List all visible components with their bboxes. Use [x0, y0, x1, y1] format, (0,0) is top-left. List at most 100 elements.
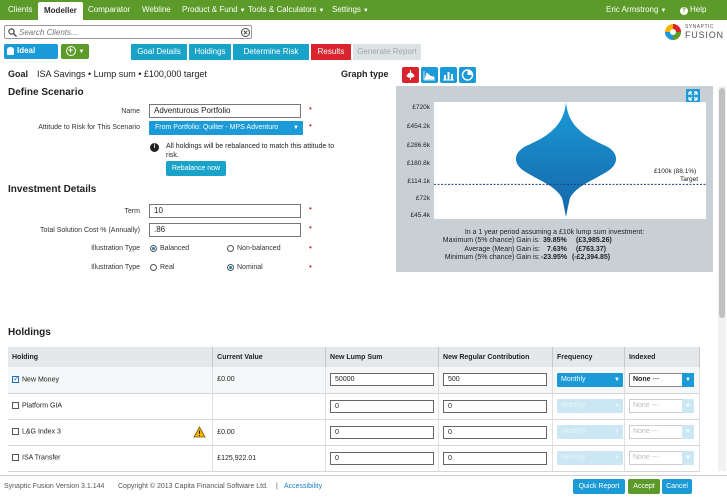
projection-graph: £720k £454.2k £286.6k £180.8k £114.1k £7… — [396, 86, 713, 272]
lump-sum-input[interactable]: 50000 — [330, 373, 435, 387]
graph-type-pie[interactable] — [459, 67, 476, 83]
fan-chart-icon — [406, 70, 415, 80]
holding-checkbox[interactable] — [12, 402, 19, 410]
crumb-holdings[interactable]: Holdings — [189, 44, 231, 60]
clear-icon[interactable] — [241, 28, 250, 37]
cost-input[interactable]: .86 — [149, 223, 301, 237]
balanced-radio[interactable] — [150, 245, 157, 252]
term-input[interactable]: 10 — [149, 204, 301, 218]
user-menu[interactable]: Eric Armstrong ▼ — [600, 0, 672, 20]
holdings-title: Holdings — [8, 327, 51, 338]
help-link[interactable]: ? Help — [674, 0, 712, 20]
crumb-generate-report: Generate Report — [353, 44, 421, 60]
holding-name: ISA Transfer — [22, 454, 61, 462]
nav-webline[interactable]: Webline — [136, 0, 177, 20]
holding-name: Platform GIA — [22, 402, 63, 410]
nav-settings[interactable]: Settings ▼ — [326, 0, 375, 20]
quick-report-button[interactable]: Quick Report — [573, 479, 625, 494]
nav-product-fund-label: Product & Fund — [182, 5, 238, 14]
crumb-determine-risk[interactable]: Determine Risk Level — [233, 44, 309, 72]
risk-select[interactable]: From Portfolio: Quilter - MPS Adventuro ▼ — [149, 121, 303, 135]
regular-input[interactable]: 0 — [443, 451, 548, 465]
y-tick-label: £45.4k — [410, 212, 430, 219]
summary-amt: (-£2,394.85) — [572, 254, 611, 261]
indexed-dash: --- — [651, 402, 659, 409]
regular-cell: 0 — [438, 445, 553, 472]
client-search[interactable] — [4, 25, 252, 39]
version-text: Synaptic Fusion Version 3.1.144 — [4, 483, 105, 490]
rebalance-info: All holdings will be rebalanced to match… — [166, 143, 335, 159]
holding-checkbox[interactable] — [12, 454, 19, 462]
indexed-cell: None --- ▼ — [624, 445, 701, 472]
nonbalanced-radio[interactable] — [227, 245, 234, 252]
holding-checkbox[interactable] — [12, 428, 19, 436]
pie-chart-icon — [461, 69, 474, 81]
crumb-results[interactable]: Results — [311, 44, 351, 60]
graph-type-area[interactable] — [421, 67, 438, 83]
indexed-select[interactable]: None --- ▼ — [628, 372, 694, 387]
graph-type-bar[interactable] — [440, 67, 457, 83]
nav-comparator-label: Comparator — [88, 5, 131, 14]
required-marker: • — [309, 204, 312, 213]
regular-cell: 0 — [438, 393, 553, 420]
rebalance-button[interactable]: Rebalance now — [166, 161, 226, 176]
lump-sum-cell: 0 — [325, 419, 440, 446]
summary-title: In a 1 year period assuming a £10k lump … — [464, 229, 645, 236]
nominal-radio[interactable] — [227, 264, 234, 271]
warning-icon[interactable] — [193, 425, 206, 438]
col-regular-contribution: New Regular Contribution — [438, 347, 553, 367]
regular-cell: 0 — [438, 419, 553, 446]
risk-select-value: From Portfolio: Quilter - MPS Adventuro — [155, 124, 279, 131]
col-frequency: Frequency — [552, 347, 625, 367]
current-value: £125,922.01 — [212, 445, 327, 472]
graph-type-label: Graph type — [341, 69, 389, 79]
area-chart-icon — [423, 71, 435, 81]
graph-type-fan[interactable] — [402, 67, 419, 83]
holding-checkbox[interactable] — [12, 374, 20, 384]
chevron-down-icon: ▼ — [681, 451, 694, 465]
term-label: Term — [124, 208, 140, 215]
indexed-value: None — [632, 428, 650, 435]
accessibility-link[interactable]: Accessibility — [284, 483, 322, 490]
col-current-value: Current Value — [212, 347, 327, 367]
crumb-goal-details[interactable]: Goal Details — [131, 44, 187, 60]
holding-cell: ISA Transfer — [8, 445, 214, 472]
goal-label: Goal — [8, 69, 29, 79]
frequency-select[interactable]: Monthly ▼ — [557, 372, 623, 387]
regular-input[interactable]: 0 — [443, 425, 548, 439]
goal-summary: ISA Savings • Lump sum • £100,000 target — [37, 69, 207, 79]
nav-modeller[interactable]: Modeller — [38, 2, 83, 20]
ideal-client-button[interactable]: Ideal Client — [4, 44, 58, 69]
chevron-down-icon: ▼ — [681, 399, 694, 413]
scrollbar-thumb[interactable] — [719, 88, 725, 318]
regular-cell: 500 — [438, 367, 553, 394]
chevron-down-icon[interactable]: ▼ — [681, 372, 694, 387]
real-radio[interactable] — [150, 264, 157, 271]
frequency-value: Monthly — [561, 402, 586, 409]
lump-sum-input[interactable]: 0 — [330, 399, 435, 413]
table-row: New Money £0.00 50000 500 Monthly ▼ None … — [8, 367, 701, 394]
nav-clients[interactable]: Clients — [2, 0, 38, 20]
nav-tools[interactable]: Tools & Calculators ▼ — [242, 0, 330, 20]
regular-input[interactable]: 0 — [443, 399, 548, 413]
add-button[interactable]: + ▼ — [61, 44, 89, 59]
nav-comparator[interactable]: Comparator — [82, 0, 136, 20]
nav-product-fund[interactable]: Product & Fund ▼ — [176, 0, 252, 20]
chevron-down-icon: ▼ — [614, 429, 620, 435]
define-scenario-title: Define Scenario — [8, 87, 84, 98]
lump-sum-input[interactable]: 0 — [330, 451, 435, 465]
search-input[interactable] — [19, 27, 234, 37]
indexed-value: None — [632, 375, 651, 383]
accept-button[interactable]: Accept — [628, 479, 660, 494]
investment-details-title: Investment Details — [8, 184, 97, 195]
holdings-table: Holding Current Value New Lump Sum New R… — [8, 347, 701, 472]
logo-mark-icon — [665, 24, 681, 40]
cancel-button[interactable]: Cancel — [662, 479, 692, 494]
regular-input[interactable]: 500 — [443, 373, 548, 387]
scenario-name-input[interactable]: Adventurous Portfolio — [149, 104, 301, 118]
lump-sum-input[interactable]: 0 — [330, 425, 435, 439]
chevron-down-icon: ▼ — [660, 8, 667, 14]
top-nav: Clients Modeller Comparator Webline Prod… — [0, 0, 727, 20]
illustration-type-label-2: Illustration Type — [91, 264, 140, 271]
frequency-cell: Monthly ▼ — [552, 419, 625, 446]
